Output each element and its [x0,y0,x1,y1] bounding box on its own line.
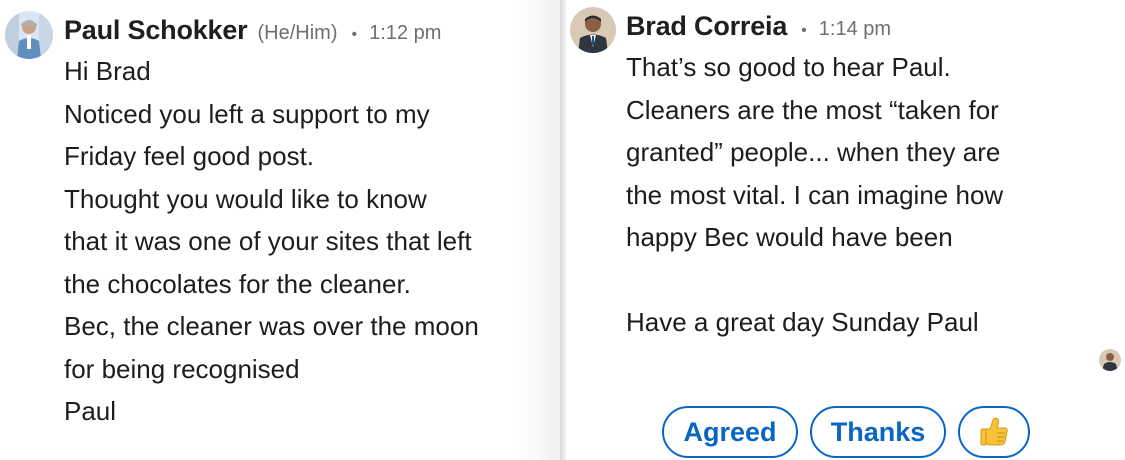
right-message-header: Brad Correia • 1:14 pm [626,11,891,42]
message-line: the most vital. I can imagine how [626,179,1004,210]
left-message-header: Paul Schokker (He/Him) • 1:12 pm [64,15,441,46]
message-line: Friday feel good post. [64,141,315,171]
seen-receipt-avatar [1099,349,1121,371]
message-line: that it was one of your sites that left [64,226,472,256]
separator-dot: • [351,26,358,43]
message-line: Bec, the cleaner was over the moon [64,311,479,341]
right-message-panel: Brad Correia • 1:14 pm That’s so good to… [566,0,1125,460]
message-line: Have a great day Sunday Paul [626,307,979,337]
message-line: happy Bec would have been [626,222,953,252]
message-line: Cleaners are the most “taken for [626,94,999,125]
message-line: That’s so good to hear Paul. [626,52,951,82]
message-line: Thought you would like to know [64,183,427,214]
message-line: Paul [64,396,117,426]
sender-name[interactable]: Paul Schokker [64,15,248,46]
message-line: for being recognised [64,353,300,384]
brad-avatar[interactable] [570,7,616,53]
left-message-body: Hi Brad Noticed you left a support to my… [64,50,479,433]
right-message-body: That’s so good to hear Paul. Cleaners ar… [626,46,1003,344]
thumbs-up-icon [980,417,1008,446]
seen-receipt-image [1099,349,1121,371]
message-line: granted” people... when they are [626,137,1001,167]
smart-reply-label: Agreed [683,416,777,447]
smart-replies: Agreed Thanks [662,406,1042,458]
smart-reply-label: Thanks [830,416,926,447]
paul-avatar-image [5,11,53,59]
message-line: the chocolates for the cleaner. [64,268,411,299]
message-line: Noticed you left a support to my [64,98,430,129]
sender-pronouns: (He/Him) [257,22,338,44]
left-message-panel: Paul Schokker (He/Him) • 1:12 pm Hi Brad… [0,0,560,460]
conversation-view: Paul Schokker (He/Him) • 1:12 pm Hi Brad… [0,0,1125,460]
smart-reply-agreed-button[interactable]: Agreed [662,406,798,458]
paul-avatar[interactable] [5,11,53,59]
brad-avatar-image [570,7,616,53]
timestamp: 1:12 pm [369,22,442,44]
message-line: Hi Brad [64,56,151,86]
smart-reply-thumbs-up-button[interactable] [958,406,1030,458]
timestamp: 1:14 pm [818,18,892,40]
sender-name[interactable]: Brad Correia [626,11,787,42]
message-line-blank [626,259,1003,302]
smart-reply-thanks-button[interactable]: Thanks [810,406,946,458]
separator-dot: • [801,22,807,39]
